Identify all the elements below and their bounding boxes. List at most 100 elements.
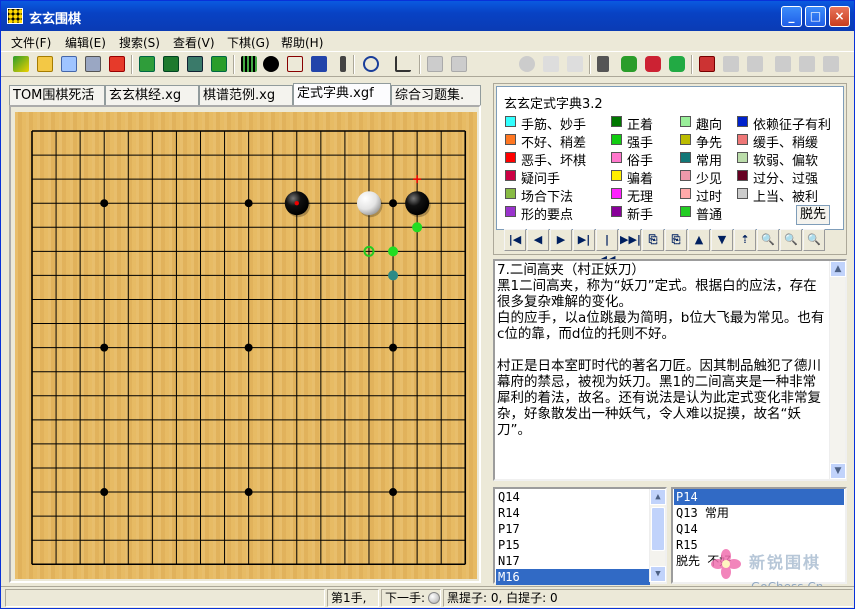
variation-icon[interactable]: [621, 56, 637, 72]
marker-icon[interactable]: [340, 56, 346, 72]
legend-label: 恶手、坏棋: [521, 154, 587, 169]
move-list-item[interactable]: P14: [674, 489, 844, 505]
tab-game-records[interactable]: 棋谱范例.xg: [199, 85, 293, 105]
legend-swatch: [611, 152, 622, 163]
comment-text: 7.二间高夹（村正妖刀） 黑1二间高夹，称为“妖刀”定式。根据白的应法，存在很多…: [497, 262, 825, 438]
legend-swatch: [737, 188, 748, 199]
legend-label: 场合下法: [521, 190, 574, 205]
menu-search[interactable]: 搜索(S): [119, 34, 160, 51]
move-list-left[interactable]: Q14 R14 P17 P15 N17 M16 ▲ ▼: [493, 487, 667, 585]
star-point: [100, 488, 109, 497]
menu-view[interactable]: 查看(V): [173, 34, 215, 51]
minimize-button[interactable]: _: [781, 6, 802, 27]
go-board[interactable]: [15, 112, 477, 579]
tab-tom-life-death[interactable]: TOM围棋死活: [9, 85, 105, 105]
nav-button[interactable]: ⇡: [734, 229, 756, 251]
move-list-item[interactable]: M16: [496, 569, 650, 585]
move-list-scrollbar[interactable]: ▲ ▼: [649, 489, 666, 582]
maximize-button[interactable]: □: [805, 6, 826, 27]
close-button[interactable]: ×: [829, 6, 850, 27]
nav-button[interactable]: ▶|: [573, 229, 595, 251]
star-point: [389, 343, 398, 352]
tuoxian-button[interactable]: 脱先: [796, 205, 830, 225]
menu-help[interactable]: 帮助(H): [281, 34, 323, 51]
mark-good-icon[interactable]: [669, 56, 685, 72]
legend-swatch: [680, 188, 691, 199]
nav-button[interactable]: 🔍: [757, 229, 779, 251]
nav-button[interactable]: ◀: [527, 229, 549, 251]
nav-button[interactable]: ⎘: [665, 229, 687, 251]
move-list-item[interactable]: P17: [496, 521, 650, 537]
legend-label: 上当、被利: [753, 190, 819, 205]
legend-label: 争先: [696, 136, 723, 151]
keyboard-icon[interactable]: [187, 56, 203, 72]
nav-button[interactable]: ▲: [688, 229, 710, 251]
label-icon[interactable]: [287, 56, 303, 72]
nav-button[interactable]: |◀: [504, 229, 526, 251]
flower-logo-icon: [711, 549, 741, 579]
comment-scrollbar[interactable]: ▲ ▼: [829, 261, 846, 479]
nav-button[interactable]: ▶: [550, 229, 572, 251]
new-icon[interactable]: [13, 56, 29, 72]
legend-label: 软弱、偏软: [753, 154, 819, 169]
save-icon[interactable]: [85, 56, 101, 72]
copy-icon: [427, 56, 443, 72]
move-list-item[interactable]: Q14: [674, 521, 844, 537]
open-folder-icon[interactable]: [37, 56, 53, 72]
menu-edit[interactable]: 编辑(E): [65, 34, 106, 51]
grid-icon[interactable]: [241, 56, 257, 72]
legend-label: 普通: [696, 208, 723, 223]
preview-icon[interactable]: [61, 56, 77, 72]
title-bar[interactable]: 玄玄围棋 _ □ ×: [1, 1, 854, 31]
nav-button[interactable]: ▼: [711, 229, 733, 251]
star-point: [244, 343, 253, 352]
status-move: 第1手,: [327, 589, 379, 607]
status-bar: 第1手, 下一手: 黑提子: 0, 白提子: 0: [1, 586, 854, 608]
tab-problem-collection[interactable]: 综合习题集.: [391, 85, 481, 105]
legend-label: 不好、稍差: [521, 136, 587, 151]
legend-label: 过时: [696, 190, 723, 205]
legend-label: 新手: [627, 208, 654, 223]
swap-icon[interactable]: [311, 56, 327, 72]
nav-button[interactable]: ▶▶|: [619, 229, 641, 251]
scroll-down-arrow[interactable]: ▼: [830, 463, 846, 479]
delete-icon[interactable]: [109, 56, 125, 72]
legend-label: 过分、过强: [753, 172, 819, 187]
hash-icon[interactable]: [597, 56, 609, 72]
move-list-item[interactable]: Q13 常用: [674, 505, 844, 521]
plus-icon: [543, 56, 559, 72]
nav-button[interactable]: ⎘: [642, 229, 664, 251]
menu-file[interactable]: 文件(F): [11, 34, 51, 51]
scroll-up-arrow[interactable]: ▲: [830, 261, 846, 277]
menu-play[interactable]: 下棋(G): [227, 34, 270, 51]
rotate-icon[interactable]: [363, 56, 379, 72]
tab-xuanxuan[interactable]: 玄玄棋经.xg: [105, 85, 199, 105]
board-grid[interactable]: [15, 112, 477, 579]
nav-button[interactable]: |◀◀: [596, 229, 618, 266]
move-list-item[interactable]: R14: [496, 505, 650, 521]
book-icon[interactable]: [699, 56, 715, 72]
app-icon: [7, 8, 23, 24]
teal-dot-marker: [388, 270, 399, 281]
move-list-item[interactable]: Q14: [496, 489, 650, 505]
move-list-scroll-down[interactable]: ▼: [650, 566, 666, 582]
tab-joseki-dictionary[interactable]: 定式字典.xgf: [293, 83, 391, 105]
move-list-scroll-thumb[interactable]: [651, 507, 665, 551]
comment-box[interactable]: 7.二间高夹（村正妖刀） 黑1二间高夹，称为“妖刀”定式。根据白的应法，存在很多…: [493, 259, 847, 481]
board-setup-icon[interactable]: [163, 56, 179, 72]
nav-button[interactable]: 🔍: [803, 229, 825, 251]
move-list-item[interactable]: N17: [496, 553, 650, 569]
move-list-scroll-up[interactable]: ▲: [650, 489, 666, 505]
mark-bad-icon[interactable]: [645, 56, 661, 72]
legend-label: 形的要点: [521, 208, 574, 223]
coordinate-icon[interactable]: [395, 56, 411, 72]
stone-number-icon[interactable]: [263, 56, 279, 72]
window-title: 玄玄围棋: [29, 12, 82, 27]
export-icon[interactable]: [211, 56, 227, 72]
board-icon[interactable]: [139, 56, 155, 72]
nav-button[interactable]: 🔍: [780, 229, 802, 251]
legend-swatch: [611, 116, 622, 127]
legend-swatch: [737, 134, 748, 145]
star-point: [389, 199, 398, 208]
move-list-item[interactable]: P15: [496, 537, 650, 553]
